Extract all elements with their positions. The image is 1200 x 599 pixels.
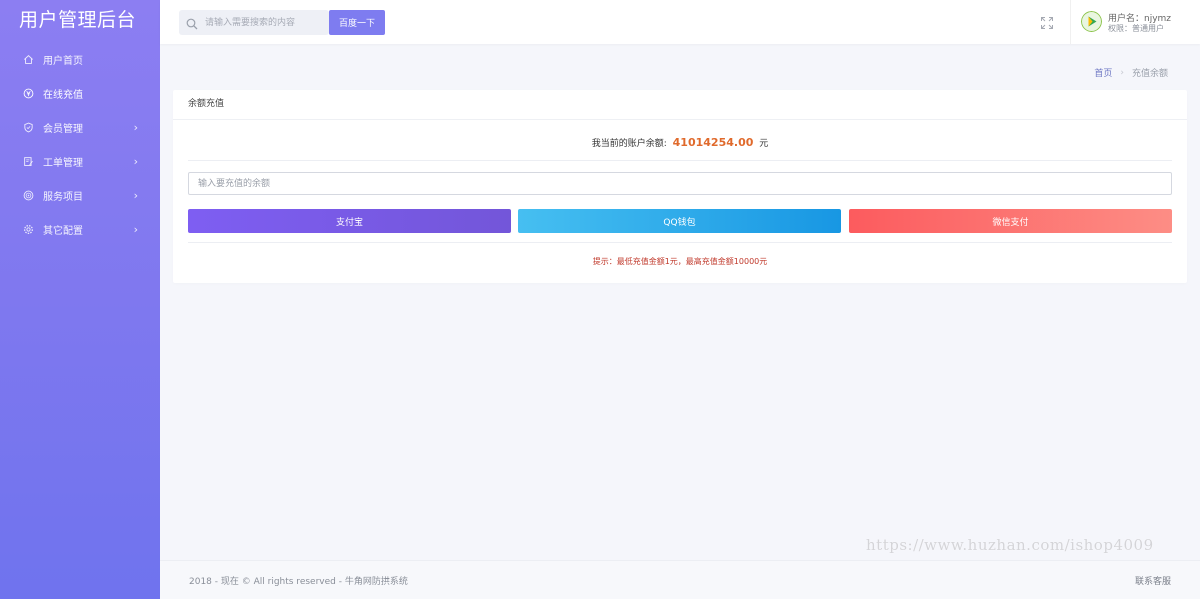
- contact-link[interactable]: 联系客服: [1135, 574, 1171, 587]
- amount-input[interactable]: [188, 172, 1172, 195]
- shield-icon: [22, 121, 34, 133]
- sidebar-item-recharge[interactable]: 在线充值: [0, 76, 160, 110]
- alipay-button[interactable]: 支付宝: [188, 209, 511, 233]
- edit-icon: [22, 155, 34, 167]
- fullscreen-icon[interactable]: [1040, 15, 1054, 29]
- breadcrumb: 首页 › 充值余额: [1094, 66, 1168, 80]
- recharge-tip: 提示：最低充值金额1元，最高充值金额10000元: [592, 257, 768, 266]
- sidebar-item-label: 在线充值: [43, 89, 83, 101]
- yen-icon: [22, 87, 34, 99]
- sidebar-item-label: 会员管理: [43, 123, 83, 135]
- divider: [188, 242, 1172, 243]
- recharge-card: 余额充值 我当前的账户余额: 41014254.00 元 支付宝 QQ钱包 微信…: [173, 90, 1187, 283]
- breadcrumb-current: 充值余额: [1131, 69, 1168, 79]
- sidebar-item-tickets[interactable]: 工单管理 ›: [0, 144, 160, 178]
- user-profile[interactable]: 用户名：njymz 权限：普通用户: [1070, 0, 1180, 44]
- gear-icon: [22, 223, 34, 235]
- sidebar-item-label: 其它配置: [43, 225, 83, 237]
- avatar: [1081, 11, 1102, 32]
- sidebar: 用户管理后台 用户首页 在线充值 会员管理 › 工单管理 › 服务项目 › 其它…: [0, 0, 160, 599]
- footer: 2018 - 现在 © All rights reserved - 牛角网防拱系…: [160, 560, 1200, 599]
- topbar: 百度一下 用户名：njymz 权限：普通用户: [160, 0, 1200, 44]
- chevron-right-icon: ›: [133, 154, 138, 168]
- sidebar-item-settings[interactable]: 其它配置 ›: [0, 212, 160, 246]
- wechat-pay-button[interactable]: 微信支付: [849, 209, 1172, 233]
- target-icon: [22, 189, 34, 201]
- balance-line: 我当前的账户余额: 41014254.00 元: [173, 136, 1187, 149]
- breadcrumb-home[interactable]: 首页: [1094, 66, 1112, 79]
- search-icon: [186, 15, 198, 30]
- chevron-right-icon: ›: [133, 188, 138, 202]
- chevron-right-icon: ›: [133, 222, 138, 236]
- home-icon: [22, 53, 34, 65]
- chevron-right-icon: ›: [133, 120, 138, 134]
- sidebar-item-label: 用户首页: [43, 55, 83, 67]
- watermark: https://www.huzhan.com/ishop4009: [866, 536, 1154, 554]
- qq-wallet-button[interactable]: QQ钱包: [518, 209, 841, 233]
- search-box: [179, 10, 329, 35]
- sidebar-item-label: 服务项目: [43, 191, 83, 203]
- breadcrumb-separator: ›: [1120, 67, 1124, 78]
- divider: [188, 160, 1172, 161]
- sidebar-item-services[interactable]: 服务项目 ›: [0, 178, 160, 212]
- sidebar-item-label: 工单管理: [43, 157, 83, 169]
- balance-value: 41014254.00: [672, 136, 754, 149]
- balance-label: 我当前的账户余额:: [591, 139, 667, 149]
- app-title: 用户管理后台: [19, 9, 137, 31]
- search-input[interactable]: [205, 10, 325, 35]
- card-title: 余额充值: [173, 90, 1187, 120]
- balance-unit: 元: [759, 139, 769, 149]
- sidebar-item-members[interactable]: 会员管理 ›: [0, 110, 160, 144]
- copyright: 2018 - 现在 © All rights reserved - 牛角网防拱系…: [189, 577, 408, 587]
- search-button[interactable]: 百度一下: [329, 10, 385, 35]
- role-label: 权限：普通用户: [1108, 24, 1164, 33]
- sidebar-item-home[interactable]: 用户首页: [0, 42, 160, 76]
